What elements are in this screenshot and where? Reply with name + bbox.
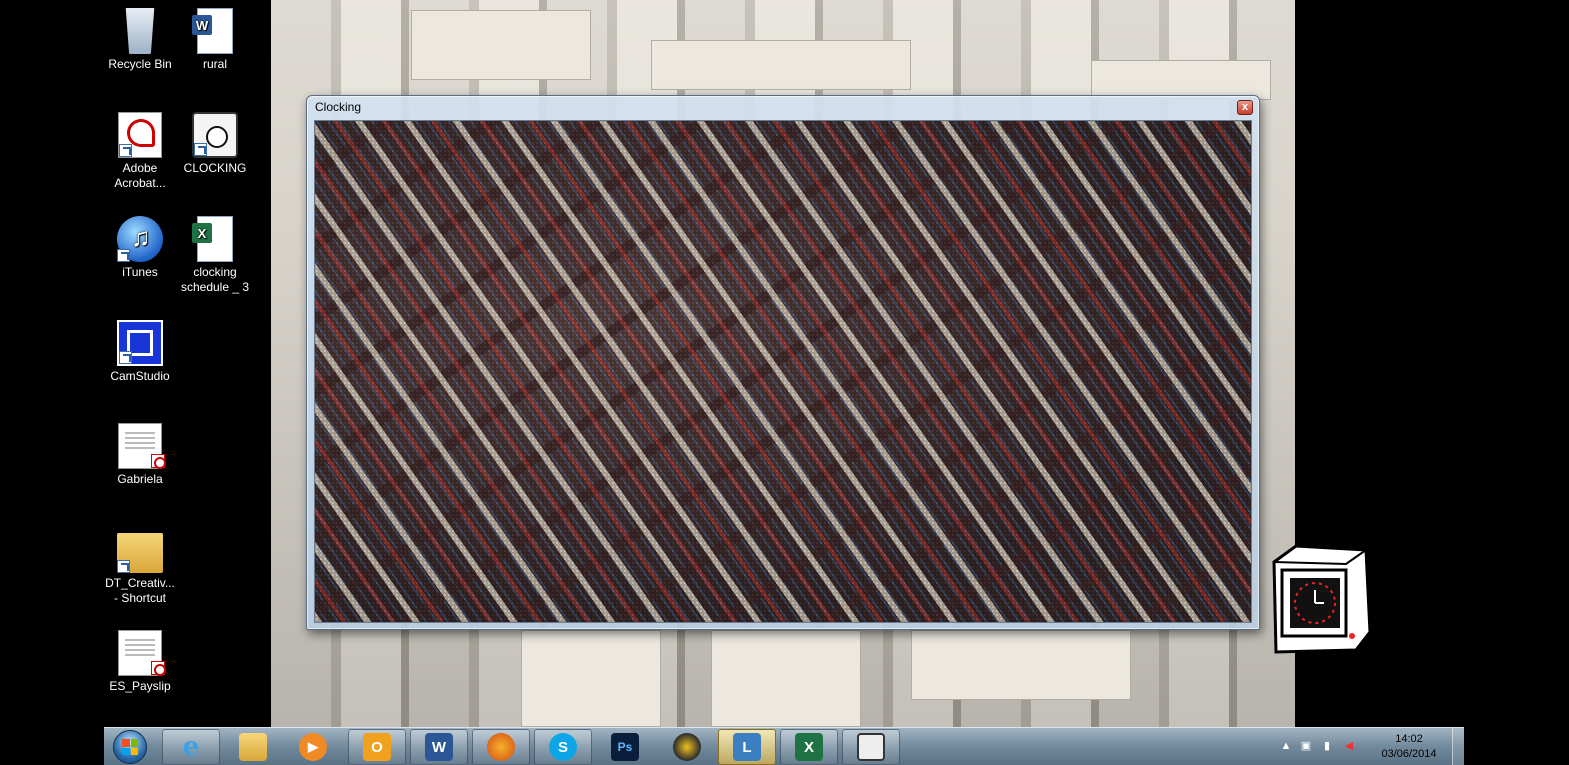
desktop-icon-label: DT_Creativ... - Shortcut xyxy=(105,576,175,605)
itunes-icon: ♫ xyxy=(117,216,163,262)
excel-icon: X xyxy=(795,733,823,761)
time-clock-icon xyxy=(1272,544,1372,654)
desktop-icon-recycle-bin[interactable]: Recycle Bin xyxy=(100,8,180,72)
window-title: Clocking xyxy=(315,100,362,114)
wallpaper-stone xyxy=(411,10,591,80)
shortcut-arrow-icon xyxy=(194,143,207,156)
desktop-icon-label: ES_Payslip xyxy=(109,679,171,693)
desktop-icon-label: Gabriela xyxy=(117,472,163,486)
excel-document-icon: X xyxy=(192,216,233,262)
outlook-icon: O xyxy=(363,733,391,761)
taskbar-internet-explorer[interactable]: e xyxy=(162,729,220,765)
pdf-document-icon xyxy=(118,423,166,469)
taskbar-skype[interactable]: S xyxy=(534,729,592,765)
desktop-icon-adobe-acrobat[interactable]: Adobe Acrobat... xyxy=(100,112,180,191)
close-button[interactable]: x xyxy=(1237,100,1253,115)
shortcut-arrow-icon xyxy=(119,351,132,364)
desktop-icon-itunes[interactable]: ♫ iTunes xyxy=(100,216,180,280)
wallpaper-stone xyxy=(521,630,661,727)
desktop-icon-clocking[interactable]: CLOCKING xyxy=(175,112,255,176)
desktop-icon-camstudio[interactable]: CamStudio xyxy=(100,320,180,384)
desktop-icon-es-payslip[interactable]: ES_Payslip xyxy=(100,630,180,694)
taskbar-photoshop[interactable]: Ps xyxy=(596,729,654,765)
taskbar-outlook[interactable]: O xyxy=(348,729,406,765)
pdf-document-icon xyxy=(118,630,166,676)
taskbar-clock[interactable]: 14:02 03/06/2014 xyxy=(1377,732,1441,762)
recycle-bin-icon xyxy=(125,8,155,54)
wallpaper-stone xyxy=(711,630,861,727)
desktop-icon-label: Adobe Acrobat... xyxy=(114,161,166,190)
shortcut-arrow-icon xyxy=(119,144,132,157)
time-clock-icon xyxy=(192,112,238,158)
windows-logo-icon xyxy=(113,730,147,764)
desktop-icon-label: CamStudio xyxy=(110,369,170,383)
shortcut-arrow-icon xyxy=(117,560,130,573)
taskbar-firefox[interactable] xyxy=(472,729,530,765)
desktop-icon-dt-creative-shortcut[interactable]: DT_Creativ... - Shortcut xyxy=(100,527,180,606)
window-titlebar[interactable]: Clocking x xyxy=(307,96,1259,118)
taskbar-audio-app[interactable] xyxy=(658,729,716,765)
audio-icon xyxy=(673,733,701,761)
clock-gadget[interactable] xyxy=(1266,542,1378,658)
desktop-icon-label: rural xyxy=(202,57,227,71)
desktop-icon-rural[interactable]: W rural xyxy=(175,8,255,72)
adobe-acrobat-icon xyxy=(118,112,162,158)
desktop-icon-gabriela[interactable]: Gabriela xyxy=(100,423,180,487)
camstudio-icon xyxy=(117,320,163,366)
desktop-icon-label: CLOCKING xyxy=(183,161,247,175)
taskbar: e ▶ O W S Ps L X ▲ ▣ ▮ ◀ 14:02 03/06/201… xyxy=(104,727,1464,765)
shortcut-arrow-icon xyxy=(117,249,130,262)
taskbar-remote-desktop[interactable]: L xyxy=(718,729,776,765)
image-texture xyxy=(315,121,1251,622)
desktop-icon-clocking-schedule[interactable]: X clocking schedule _ 3 xyxy=(175,216,255,295)
start-button[interactable] xyxy=(110,729,150,765)
wallpaper-stone xyxy=(911,630,1131,700)
wallpaper-stone xyxy=(651,40,911,90)
firefox-icon xyxy=(487,733,515,761)
network-signal-icon[interactable]: ▮ xyxy=(1320,739,1334,753)
close-icon: x xyxy=(1241,101,1249,113)
photoshop-icon: Ps xyxy=(611,733,639,761)
show-hidden-icons-icon[interactable]: ▲ xyxy=(1279,739,1293,753)
word-document-icon: W xyxy=(192,8,233,54)
desktop-icon-label: Recycle Bin xyxy=(108,57,172,71)
clocking-window[interactable]: Clocking x xyxy=(306,95,1260,630)
clock-time: 14:02 xyxy=(1395,733,1423,745)
taskbar-excel[interactable]: X xyxy=(780,729,838,765)
camera-preview-image xyxy=(314,120,1252,623)
desktop-icon-label: iTunes xyxy=(122,265,158,279)
folder-icon xyxy=(117,533,163,573)
taskbar-media-player[interactable]: ▶ xyxy=(284,729,342,765)
media-player-icon: ▶ xyxy=(299,733,327,761)
show-desktop-button[interactable] xyxy=(1452,728,1464,765)
file-explorer-icon xyxy=(239,733,267,761)
taskbar-clocking[interactable] xyxy=(842,729,900,765)
volume-muted-icon[interactable]: ◀ xyxy=(1342,739,1356,753)
wallpaper-stone xyxy=(1091,60,1271,100)
action-center-icon[interactable]: ▣ xyxy=(1299,739,1313,753)
desktop-icon-label: clocking schedule _ 3 xyxy=(180,265,250,294)
remote-desktop-icon: L xyxy=(733,733,761,761)
word-icon: W xyxy=(425,733,453,761)
taskbar-word[interactable]: W xyxy=(410,729,468,765)
clocking-icon xyxy=(857,733,885,761)
taskbar-file-explorer[interactable] xyxy=(224,729,282,765)
clock-date: 03/06/2014 xyxy=(1381,748,1437,760)
internet-explorer-icon: e xyxy=(182,732,200,762)
skype-icon: S xyxy=(549,733,577,761)
